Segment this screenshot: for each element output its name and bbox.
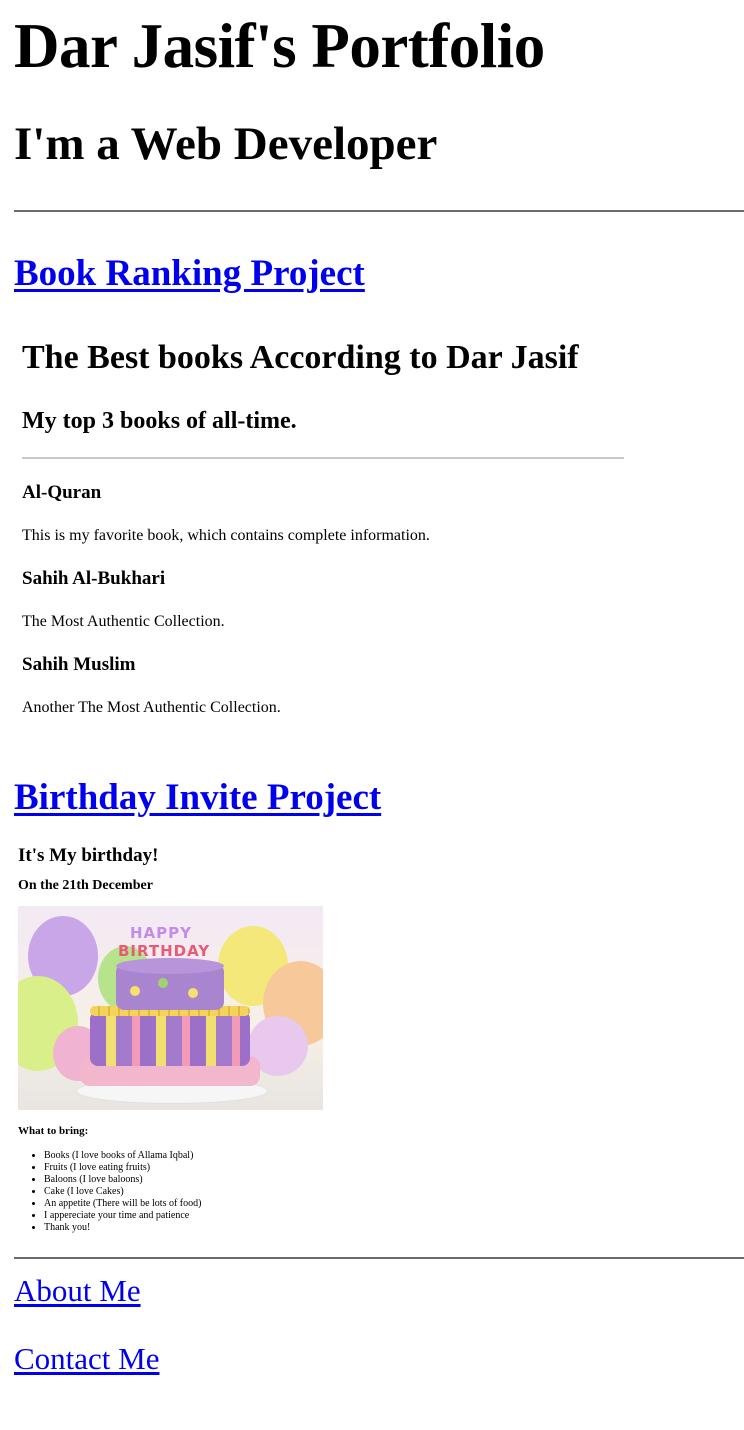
list-item: Baloons (I love baloons) bbox=[44, 1174, 744, 1186]
contact-me-link[interactable]: Contact Me bbox=[14, 1341, 160, 1377]
book-ranking-divider bbox=[22, 457, 624, 459]
bring-list-title: What to bring: bbox=[18, 1125, 89, 1137]
cake-text-bottom: BIRTHDAY bbox=[118, 942, 211, 960]
birthday-invite-preview: It's My birthday! On the 21th December H… bbox=[18, 844, 744, 1234]
book-description: The Most Authentic Collection. bbox=[22, 613, 225, 630]
book-name: Al-Quran bbox=[22, 482, 102, 503]
book-ranking-preview: The Best books According to Dar Jasif My… bbox=[22, 338, 624, 718]
book-name: Sahih Muslim bbox=[22, 654, 136, 675]
list-item: Books (I love books of Allama Iqbal) bbox=[44, 1150, 744, 1162]
birthday-cake-image: HAPPY BIRTHDAY bbox=[18, 906, 323, 1110]
book-description: Another The Most Authentic Collection. bbox=[22, 699, 281, 716]
list-item: Fruits (I love eating fruits) bbox=[44, 1162, 744, 1174]
list-item: An appetite (There will be lots of food) bbox=[44, 1198, 744, 1210]
page: Dar Jasif's Portfolio I'm a Web Develope… bbox=[0, 0, 744, 1377]
list-item: Cake (I love Cakes) bbox=[44, 1186, 744, 1198]
birthday-title: It's My birthday! bbox=[18, 845, 159, 866]
about-me-link[interactable]: About Me bbox=[14, 1273, 141, 1309]
page-subtitle: I'm a Web Developer bbox=[14, 118, 438, 170]
book-ranking-subtitle: My top 3 books of all-time. bbox=[22, 408, 297, 434]
birthday-date: On the 21th December bbox=[18, 878, 153, 893]
bring-list: Books (I love books of Allama Iqbal) Fru… bbox=[18, 1150, 744, 1234]
list-item: I appereciate your time and patience bbox=[44, 1210, 744, 1222]
book-ranking-title: The Best books According to Dar Jasif bbox=[22, 339, 579, 376]
cake-text-top: HAPPY bbox=[130, 924, 193, 942]
list-item: Thank you! bbox=[44, 1222, 744, 1234]
book-description: This is my favorite book, which contains… bbox=[22, 527, 430, 544]
book-ranking-project-link[interactable]: Book Ranking Project bbox=[14, 252, 365, 296]
book-name: Sahih Al-Bukhari bbox=[22, 568, 166, 589]
page-title: Dar Jasif's Portfolio bbox=[14, 11, 545, 81]
birthday-invite-project-link[interactable]: Birthday Invite Project bbox=[14, 776, 381, 820]
